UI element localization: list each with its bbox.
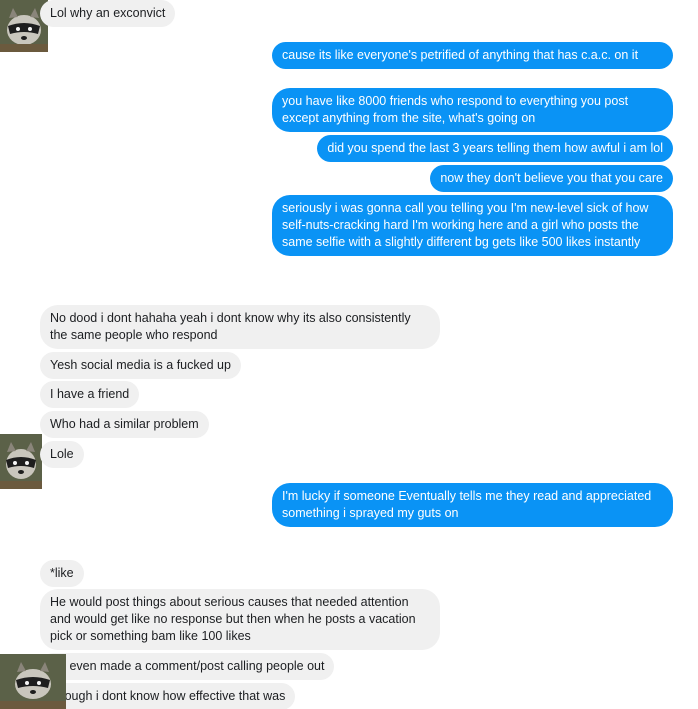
message-bubble-received[interactable]: *like: [40, 560, 84, 587]
message-bubble-received[interactable]: Who had a similar problem: [40, 411, 209, 438]
message-bubble-received[interactable]: Lole: [40, 441, 84, 468]
message-bubble-sent[interactable]: seriously i was gonna call you telling y…: [272, 195, 673, 256]
contact-avatar[interactable]: [0, 654, 66, 709]
message-bubble-sent[interactable]: now they don't believe you that you care: [430, 165, 673, 192]
message-bubble-received[interactable]: I have a friend: [40, 381, 140, 408]
message-bubble-sent[interactable]: did you spend the last 3 years telling t…: [317, 135, 673, 162]
message-bubble-received[interactable]: He would post things about serious cause…: [40, 589, 440, 650]
contact-avatar[interactable]: [0, 434, 42, 489]
raccoon-avatar-icon: [0, 434, 42, 489]
message-bubble-sent[interactable]: you have like 8000 friends who respond t…: [272, 88, 673, 132]
message-bubble-sent[interactable]: cause its like everyone's petrified of a…: [272, 42, 673, 69]
message-bubble-received[interactable]: No dood i dont hahaha yeah i dont know w…: [40, 305, 440, 349]
message-bubble-received[interactable]: Though i dont know how effective that wa…: [40, 683, 296, 709]
message-bubble-received[interactable]: He even made a comment/post calling peop…: [40, 653, 335, 680]
message-bubble-received[interactable]: Yesh social media is a fucked up: [40, 352, 241, 379]
message-bubble-received[interactable]: Lol why an exconvict: [40, 0, 176, 27]
raccoon-avatar-icon: [0, 654, 66, 709]
message-bubble-sent[interactable]: I'm lucky if someone Eventually tells me…: [272, 483, 673, 527]
